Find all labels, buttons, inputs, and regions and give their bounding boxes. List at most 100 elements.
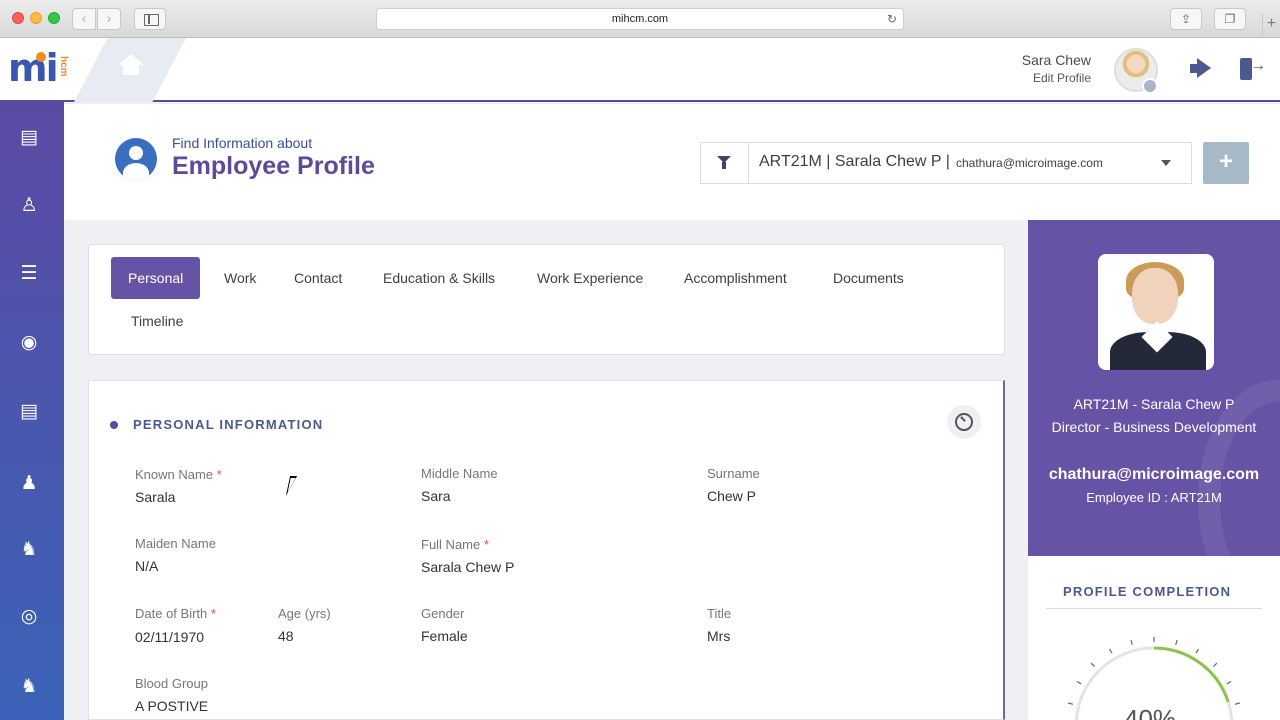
edit-profile-link[interactable]: Edit Profile [1033, 71, 1091, 85]
home-icon[interactable] [118, 54, 144, 78]
tab-work[interactable]: Work [207, 257, 273, 299]
badge-icon[interactable]: ◎ [17, 605, 41, 629]
url-text: mihcm.com [611, 13, 669, 25]
megaphone-icon[interactable] [1190, 58, 1214, 80]
logo-text: mi [8, 46, 59, 90]
maiden-name-label: Maiden Name [135, 536, 216, 551]
title-value: Mrs [707, 628, 731, 644]
profile-role: Director - Business Development [1051, 419, 1257, 435]
profile-photo[interactable] [1098, 254, 1214, 370]
left-sidebar: ▤ ♙ ☰ ◉ ▤ ♟ ♞ ◎ ♞ [0, 102, 64, 720]
tab-contact[interactable]: Contact [277, 257, 359, 299]
known-name-label: Known Name * [135, 467, 222, 482]
close-window-button[interactable] [12, 12, 24, 24]
profile-banner: ART21M - Sarala Chew P Director - Busine… [1028, 220, 1280, 556]
profile-completion-card: PROFILE COMPLETION 40% [1028, 556, 1280, 720]
mihcm-logo[interactable]: mi hcm [8, 46, 69, 92]
gauge-fill [1153, 646, 1230, 703]
tab-documents[interactable]: Documents [816, 257, 921, 299]
dob-label: Date of Birth * [135, 606, 216, 621]
selected-employee-name: ART21M | Sarala Chew P | [759, 153, 950, 170]
back-button[interactable]: ‹ [72, 8, 96, 30]
team-search-icon[interactable]: ♞ [17, 675, 41, 699]
middle-name-value: Sara [421, 488, 451, 504]
tab-accomplishment[interactable]: Accomplishment [667, 257, 804, 299]
profile-tabs: Personal Work Contact Education & Skills… [88, 244, 1005, 355]
avatar-settings-icon[interactable] [1142, 78, 1158, 94]
completion-title: PROFILE COMPLETION [1063, 584, 1232, 599]
tab-personal[interactable]: Personal [111, 257, 201, 299]
completion-percent: 40% [1124, 704, 1177, 720]
tab-work-experience[interactable]: Work Experience [520, 257, 660, 299]
known-name-value: Sarala [135, 489, 176, 505]
gauge-tick [1234, 702, 1241, 705]
reload-icon[interactable]: ↻ [887, 9, 897, 29]
age-value: 48 [278, 628, 294, 644]
mouse-cursor [285, 476, 298, 496]
gauge-tick [1067, 702, 1074, 705]
surname-value: Chew P [707, 488, 757, 504]
profile-email[interactable]: chathura@microimage.com [1028, 466, 1280, 484]
filter-button[interactable] [701, 143, 749, 183]
gauge-tick [1175, 639, 1178, 646]
profile-panel: ART21M - Sarala Chew P Director - Busine… [1028, 220, 1280, 720]
new-tab-icon[interactable]: + [1262, 14, 1280, 36]
user-settings-icon[interactable]: ♟ [17, 472, 41, 496]
profile-id-name: ART21M - Sarala Chew P [1073, 396, 1235, 412]
logo-sub: hcm [58, 56, 69, 77]
forward-button[interactable]: › [97, 8, 121, 30]
gauge-tick [1195, 648, 1200, 654]
section-dot [110, 421, 118, 429]
person-icon [115, 138, 157, 180]
section-title: PERSONAL INFORMATION [133, 417, 324, 432]
add-button[interactable]: + [1203, 142, 1249, 184]
surname-label: Surname [707, 466, 760, 481]
divider [1046, 608, 1262, 609]
team-icon[interactable]: ♞ [17, 538, 41, 562]
chevron-down-icon[interactable] [1161, 160, 1171, 166]
employee-id: Employee ID : ART21M [1086, 490, 1222, 505]
page-title: Employee Profile [172, 152, 375, 180]
gauge-tick [1108, 648, 1113, 654]
share-icon[interactable]: ⇪ [1170, 8, 1202, 30]
browser-toolbar: ‹ › mihcm.com ↻ ⇪ ❐ + [0, 0, 1280, 38]
sidebar-toggle-icon[interactable] [134, 8, 166, 30]
history-icon[interactable] [947, 405, 981, 439]
blood-group-label: Blood Group [135, 676, 208, 691]
gender-value: Female [421, 628, 468, 644]
tab-timeline[interactable]: Timeline [114, 300, 200, 342]
main-content: Find Information about Employee Profile … [64, 104, 1280, 720]
user-name: Sara Chew [1021, 52, 1091, 68]
title-label: Title [707, 606, 732, 621]
gauge-tick [1226, 680, 1232, 685]
address-bar[interactable]: mihcm.com ↻ [376, 8, 904, 30]
blood-group-value: A POSTIVE [135, 698, 209, 714]
gauge-tick [1212, 662, 1218, 668]
page-kicker: Find Information about [172, 135, 313, 151]
dob-value: 02/11/1970 [135, 629, 205, 645]
minimize-window-button[interactable] [30, 12, 42, 24]
age-label: Age (yrs) [278, 606, 331, 621]
user-circle-icon[interactable]: ◉ [17, 331, 41, 355]
document-edit-icon[interactable]: ▤ [17, 400, 41, 424]
personal-information-card: PERSONAL INFORMATION Known Name * Sarala… [88, 380, 1005, 720]
maximize-window-button[interactable] [48, 12, 60, 24]
full-name-value: Sarala Chew P [421, 559, 515, 575]
gauge-tick [1090, 662, 1096, 668]
gauge-tick [1076, 680, 1082, 685]
employee-selector[interactable]: ART21M | Sarala Chew P | chathura@microi… [700, 142, 1192, 184]
logout-icon[interactable] [1240, 57, 1266, 80]
tabs-overview-icon[interactable]: ❐ [1214, 8, 1246, 30]
form-icon[interactable]: ▤ [17, 126, 41, 150]
full-name-label: Full Name * [421, 537, 489, 552]
list-icon[interactable]: ☰ [17, 262, 41, 286]
middle-name-label: Middle Name [421, 466, 498, 481]
photo-face [1132, 268, 1178, 324]
title-band: Find Information about Employee Profile … [64, 104, 1280, 220]
app-header: mi hcm Sara Chew Edit Profile [0, 38, 1280, 102]
employee-icon[interactable]: ♙ [17, 194, 41, 218]
selected-employee-email: chathura@microimage.com [956, 156, 1103, 170]
maiden-name-value: N/A [135, 558, 159, 574]
gauge-tick [1130, 639, 1133, 646]
tab-education-skills[interactable]: Education & Skills [366, 257, 512, 299]
